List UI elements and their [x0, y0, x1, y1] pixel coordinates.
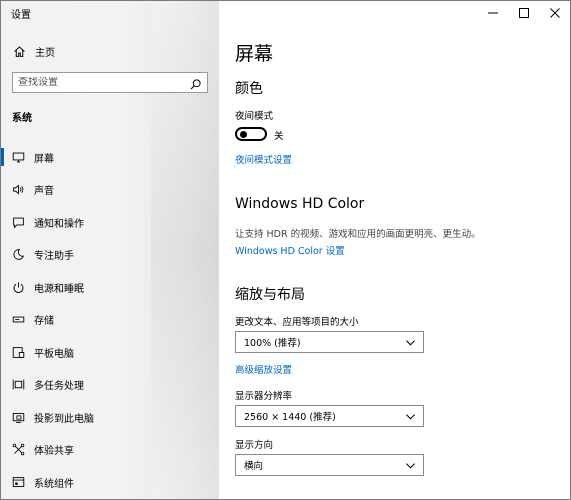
home-icon — [12, 44, 26, 58]
scale-layout-heading: 缩放与布局 — [235, 287, 305, 303]
minimize-icon — [487, 12, 498, 14]
page-title: 屏幕 — [235, 43, 274, 65]
search-icon[interactable] — [189, 76, 203, 90]
hdr-heading: Windows HD Color — [235, 196, 365, 212]
power-icon — [11, 280, 25, 294]
sidebar-item-label: 系统组件 — [34, 478, 74, 490]
night-light-settings-link[interactable]: 夜间模式设置 — [235, 152, 292, 166]
tablet-icon — [11, 345, 25, 359]
sidebar-item-label: 多任务处理 — [34, 381, 84, 393]
sidebar-item-system-components[interactable]: 系统组件 — [1, 466, 219, 499]
multitasking-icon — [11, 378, 25, 392]
orientation-value: 横向 — [244, 461, 264, 472]
hdr-settings-link[interactable]: Windows HD Color 设置 — [235, 243, 345, 257]
sidebar-item-label: 投影到此电脑 — [34, 413, 94, 425]
chevron-down-icon — [406, 463, 415, 469]
sidebar-item-label: 存储 — [34, 316, 54, 328]
sidebar-item-projecting[interactable]: 投影到此电脑 — [1, 401, 219, 434]
resolution-value: 2560 × 1440 (推荐) — [244, 412, 336, 423]
minimize-button[interactable] — [477, 1, 508, 25]
resolution-label: 显示器分辨率 — [235, 391, 293, 402]
components-icon — [11, 475, 25, 489]
sidebar-item-label: 电源和睡眠 — [34, 283, 84, 295]
maximize-icon — [518, 8, 529, 18]
sidebar-item-display[interactable]: 屏幕 — [1, 141, 219, 174]
night-light-state: 关 — [274, 131, 284, 142]
sidebar-item-label: 专注助手 — [34, 251, 74, 263]
home-label: 主页 — [35, 47, 55, 59]
chevron-down-icon — [406, 340, 415, 346]
scale-value: 100% (推荐) — [244, 338, 301, 349]
monitor-icon — [11, 150, 25, 164]
main-content: 屏幕 颜色 夜间模式 关 夜间模式设置 Windows HD Color 让支持… — [235, 1, 565, 499]
sidebar-item-label: 声音 — [34, 186, 54, 198]
sidebar-item-sound[interactable]: 声音 — [1, 174, 219, 207]
window-controls — [477, 1, 570, 25]
sidebar-item-label: 通知和操作 — [34, 218, 84, 230]
speaker-icon — [11, 183, 25, 197]
sidebar-nav: 屏幕 声音 通知和操作 专注助手 电源和睡眠 存储 平板电脑 多任务处理 投影到… — [1, 141, 219, 499]
sidebar-item-notifications[interactable]: 通知和操作 — [1, 206, 219, 239]
scale-label: 更改文本、应用等项目的大小 — [235, 317, 359, 328]
sidebar: 设置 主页 系统 屏幕 声 — [1, 1, 219, 499]
toggle-knob — [240, 131, 247, 138]
sidebar-item-label: 体验共享 — [34, 446, 74, 458]
sidebar-item-shared-experiences[interactable]: 体验共享 — [1, 434, 219, 467]
orientation-dropdown[interactable]: 横向 — [235, 454, 424, 476]
hdr-description: 让支持 HDR 的视频、游戏和应用的画面更明亮、更生动。 — [235, 229, 481, 240]
sidebar-item-label: 屏幕 — [34, 153, 54, 165]
close-icon — [549, 8, 560, 18]
night-light-label: 夜间模式 — [235, 111, 274, 122]
color-heading: 颜色 — [235, 81, 263, 97]
chevron-down-icon — [406, 414, 415, 420]
share-icon — [11, 443, 25, 457]
sidebar-item-tablet[interactable]: 平板电脑 — [1, 336, 219, 369]
scale-dropdown[interactable]: 100% (推荐) — [235, 331, 424, 353]
section-label-system: 系统 — [12, 113, 32, 124]
storage-icon — [11, 313, 25, 327]
night-light-toggle[interactable] — [235, 127, 267, 141]
advanced-scaling-link[interactable]: 高级缩放设置 — [235, 362, 292, 376]
moon-icon — [11, 248, 25, 262]
sidebar-item-storage[interactable]: 存储 — [1, 304, 219, 337]
orientation-label: 显示方向 — [235, 440, 274, 451]
settings-window: 设置 主页 系统 屏幕 声 — [0, 0, 571, 500]
search-box[interactable] — [12, 72, 208, 93]
sidebar-item-label: 平板电脑 — [34, 348, 74, 360]
sidebar-item-focus-assist[interactable]: 专注助手 — [1, 239, 219, 272]
sidebar-item-multitasking[interactable]: 多任务处理 — [1, 369, 219, 402]
app-title: 设置 — [11, 10, 31, 21]
notification-icon — [11, 215, 25, 229]
maximize-button[interactable] — [508, 1, 539, 25]
resolution-dropdown[interactable]: 2560 × 1440 (推荐) — [235, 405, 424, 427]
home-nav-item[interactable]: 主页 — [1, 39, 219, 63]
close-button[interactable] — [539, 1, 570, 25]
projection-icon — [11, 410, 25, 424]
sidebar-item-power[interactable]: 电源和睡眠 — [1, 271, 219, 304]
search-input[interactable] — [13, 77, 183, 88]
